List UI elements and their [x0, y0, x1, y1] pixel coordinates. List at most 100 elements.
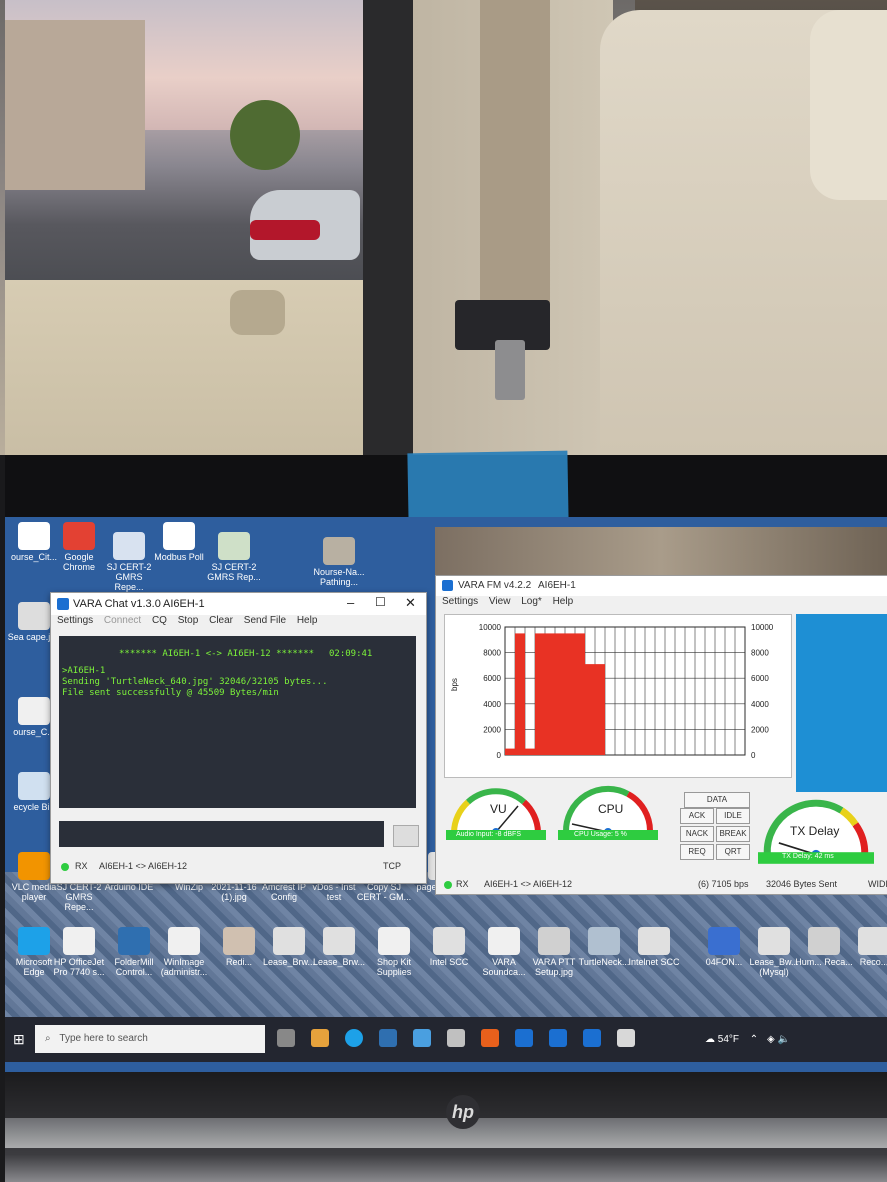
y-tick-label-left: 10000: [479, 623, 502, 632]
bar: [575, 633, 585, 755]
menu-stop[interactable]: Stop: [178, 615, 199, 626]
vara-chat-window[interactable]: VARA Chat v1.3.0 AI6EH-1 – ☐ ✕ Settings …: [50, 592, 427, 884]
desktop-icon-label: HP OfficeJet Pro 7740 s...: [53, 957, 105, 977]
menu-connect[interactable]: Connect: [104, 615, 141, 626]
vara-chat-taskbar-icon[interactable]: [549, 1029, 567, 1047]
desktop-icon-image: [113, 532, 145, 560]
mail-icon[interactable]: [515, 1029, 533, 1047]
cpu-readout: CPU Usage: 5 %: [574, 831, 627, 838]
bar: [525, 748, 535, 755]
desktop-icon-image: [18, 522, 50, 550]
desktop-icon-image: [808, 927, 840, 955]
desktop-icon-image: [588, 927, 620, 955]
file-explorer-icon[interactable]: [311, 1029, 329, 1047]
qrt-indicator: QRT: [716, 844, 750, 860]
desktop-icon[interactable]: Shop Kit Supplies: [365, 927, 423, 977]
chat-title: VARA Chat v1.3.0: [73, 598, 161, 610]
idle-indicator: IDLE: [716, 808, 750, 824]
minimize-icon[interactable]: –: [347, 595, 354, 610]
vu-readout: Audio Input: -8 dBFS: [456, 831, 521, 838]
menu-settings[interactable]: Settings: [57, 615, 93, 626]
desktop-icon-image: [18, 927, 50, 955]
office-icon[interactable]: [481, 1029, 499, 1047]
volume-icon[interactable]: 🔈: [777, 1034, 789, 1045]
edge-icon[interactable]: [345, 1029, 363, 1047]
desktop-icon[interactable]: Intel SCC: [420, 927, 478, 967]
desktop-icon-image: [63, 522, 95, 550]
desktop-icon-image: [638, 927, 670, 955]
desktop-icon-label: Nourse-Na... Pathing...: [313, 567, 365, 587]
desktop-icon-image: [18, 852, 50, 880]
desktop-icon-image: [488, 927, 520, 955]
desktop-icon-image: [63, 927, 95, 955]
close-icon[interactable]: ✕: [405, 595, 416, 611]
desktop-icon[interactable]: Modbus Poll: [150, 522, 208, 562]
desktop-icon-image: [163, 522, 195, 550]
vara-fm-window[interactable]: VARA FM v4.2.2 AI6EH-1 Settings View Log…: [435, 575, 887, 895]
desktop-icon-image: [323, 927, 355, 955]
taskbar: ⊞ ⌕ Type here to search ☁ 54°F ⌃ ◈ 🔈: [5, 1017, 887, 1062]
desktop-icon-image: [538, 927, 570, 955]
menu-help[interactable]: Help: [297, 615, 318, 626]
rx-label: RX: [75, 861, 88, 871]
buckle-tongue: [495, 340, 525, 400]
taskbar-search[interactable]: ⌕ Type here to search: [35, 1025, 265, 1053]
fm-title-bar[interactable]: VARA FM v4.2.2 AI6EH-1: [436, 576, 887, 596]
desktop-icon[interactable]: Nourse-Na... Pathing...: [310, 537, 368, 587]
tray-chevron-icon[interactable]: ⌃: [750, 1034, 758, 1045]
nack-indicator: NACK: [680, 826, 714, 842]
chat-callsign: AI6EH-1: [163, 598, 205, 610]
y-tick-label-left: 8000: [483, 649, 501, 658]
door-panel: [5, 280, 385, 455]
store-icon[interactable]: [379, 1029, 397, 1047]
session-time: 02:09:41: [329, 649, 373, 659]
fm-menu-settings[interactable]: Settings: [442, 596, 478, 607]
laptop-hinge: [5, 1118, 887, 1148]
menu-send-file[interactable]: Send File: [244, 615, 286, 626]
data-indicator: DATA: [684, 792, 750, 808]
ack-indicator: ACK: [680, 808, 714, 824]
desktop-icon[interactable]: Lease_Brw...: [310, 927, 368, 967]
fm-rx-indicator-icon: [444, 881, 452, 889]
vara-fm-taskbar-icon[interactable]: [583, 1029, 601, 1047]
menu-clear[interactable]: Clear: [209, 615, 233, 626]
app-icon[interactable]: [413, 1029, 431, 1047]
desktop-icon[interactable]: WinImage (administr...: [155, 927, 213, 977]
chat-title-bar[interactable]: VARA Chat v1.3.0 AI6EH-1 – ☐ ✕: [51, 593, 426, 615]
desktop-icon[interactable]: HP OfficeJet Pro 7740 s...: [50, 927, 108, 977]
desktop-icon[interactable]: SJ CERT-2 GMRS Rep...: [205, 532, 263, 582]
desktop-icon-label: SJ CERT-2 GMRS Repe...: [106, 562, 152, 592]
weather-icon[interactable]: ☁: [705, 1034, 715, 1045]
y-axis-label: bps: [450, 678, 459, 691]
send-button[interactable]: [393, 825, 419, 847]
fm-link-status: AI6EH-1 <> AI6EH-12: [484, 879, 573, 889]
desktop-icon[interactable]: Reco...: [845, 927, 887, 967]
y-tick-label-left: 2000: [483, 725, 501, 734]
app-icon[interactable]: [447, 1029, 465, 1047]
chat-terminal[interactable]: ******* AI6EH-1 <-> AI6EH-12 ******* 02:…: [59, 636, 416, 808]
vara-app-icon: [57, 598, 69, 610]
desktop-icon[interactable]: Intelnet SCC: [625, 927, 683, 967]
maximize-icon[interactable]: ☐: [375, 595, 386, 609]
desktop-icon-image: [18, 772, 50, 800]
bar: [585, 664, 595, 755]
bar: [565, 633, 575, 755]
desktop-icon-label: Intel SCC: [429, 957, 469, 967]
speed-chart: 0 0 2000 2000 4000 4000 6000 6000 8000 8000 10000 1…: [444, 614, 792, 778]
app-icon[interactable]: [617, 1029, 635, 1047]
cpu-label: CPU: [598, 802, 624, 816]
fm-menu-log[interactable]: Log*: [521, 596, 542, 607]
tx-delay-label: TX Delay: [790, 824, 840, 838]
fm-menu-help[interactable]: Help: [553, 596, 574, 607]
chat-input[interactable]: [59, 821, 384, 847]
y-tick-label-right: 4000: [751, 700, 769, 709]
fm-callsign: AI6EH-1: [538, 580, 576, 591]
task-view-icon[interactable]: [277, 1029, 295, 1047]
fm-menu-view[interactable]: View: [489, 596, 511, 607]
temperature[interactable]: 54°F: [718, 1034, 739, 1045]
bar: [535, 633, 545, 755]
menu-cq[interactable]: CQ: [152, 615, 167, 626]
speed-status: (6) 7105 bps: [698, 879, 749, 889]
network-icon[interactable]: ◈: [767, 1034, 775, 1045]
windows-start-icon[interactable]: ⊞: [13, 1031, 25, 1048]
